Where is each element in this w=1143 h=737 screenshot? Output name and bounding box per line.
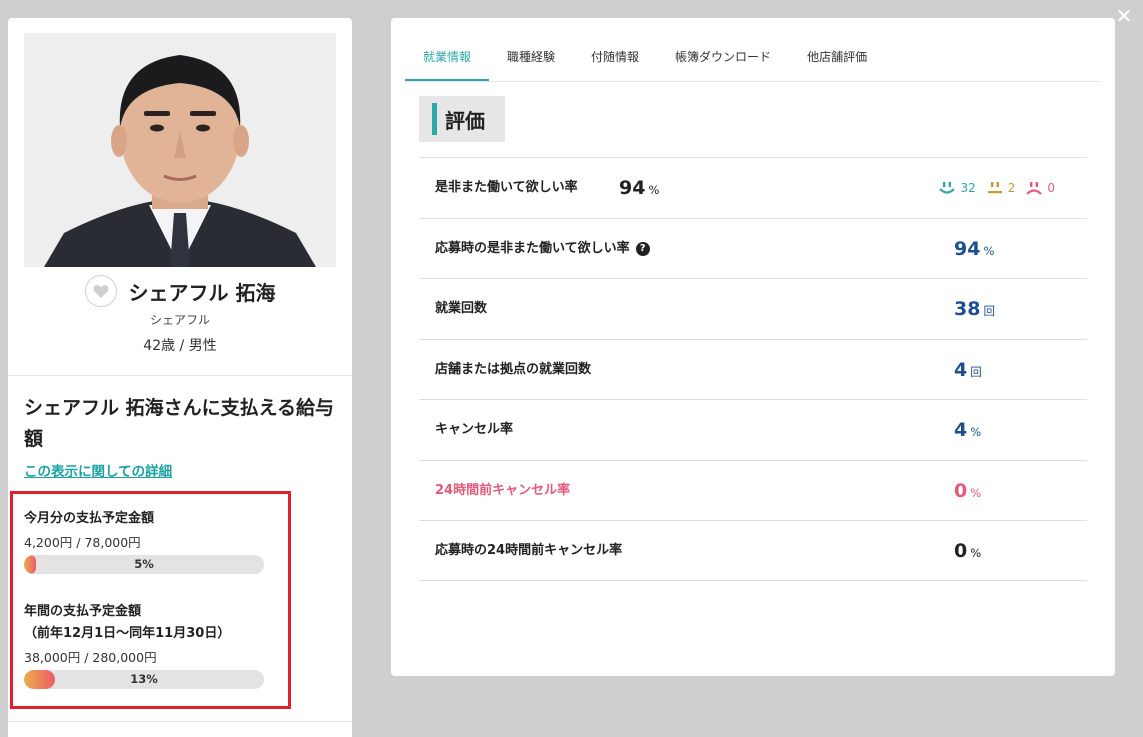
row-label: 就業回数 bbox=[435, 301, 488, 316]
row-label: 応募時の24時間前キャンセル率 bbox=[435, 543, 623, 558]
row-value-number: 0 bbox=[954, 540, 968, 562]
row-value-unit: % bbox=[983, 243, 995, 258]
row-value: 4% bbox=[954, 400, 981, 460]
row-value-number: 4 bbox=[954, 419, 968, 441]
row-value: 0% bbox=[954, 521, 981, 581]
monthly-progress-bar: 5% bbox=[24, 555, 264, 574]
monthly-pay-amount: 4,200円 / 78,000円 bbox=[24, 535, 141, 550]
profile-name-row: シェアフル 拓海 bbox=[8, 275, 352, 307]
bad-rating: 0 bbox=[1025, 181, 1055, 195]
good-rating: 32 bbox=[938, 181, 976, 195]
row-value-number: 94 bbox=[619, 177, 646, 199]
evaluation-table: 是非また働いて欲しい率 94% 32 2 0 応募時の是非また働いて欲しい率 ?… bbox=[419, 157, 1087, 581]
close-icon[interactable]: ✕ bbox=[1113, 6, 1135, 28]
tab-ledger-download[interactable]: 帳簿ダウンロード bbox=[657, 42, 789, 81]
monthly-pay-label: 今月分の支払予定金額 bbox=[24, 511, 155, 526]
profile-name: シェアフル 拓海 bbox=[128, 280, 276, 305]
detail-panel: 就業情報 職種経験 付随情報 帳簿ダウンロード 他店舗評価 評価 是非また働いて… bbox=[391, 18, 1115, 676]
smile-face-icon bbox=[939, 182, 956, 194]
heading-accent-bar bbox=[432, 103, 437, 135]
bad-rating-count: 0 bbox=[1047, 181, 1055, 195]
heart-icon bbox=[93, 284, 108, 298]
good-rating-count: 32 bbox=[960, 181, 976, 195]
row-value: 0% bbox=[954, 461, 981, 521]
yearly-pay-period: （前年12月1日〜同年11月30日） bbox=[24, 626, 231, 641]
evaluation-heading: 評価 bbox=[419, 96, 505, 142]
row-label: 是非また働いて欲しい率 bbox=[435, 180, 578, 195]
table-row: 応募時の24時間前キャンセル率 0% bbox=[419, 520, 1087, 581]
neutral-face-icon bbox=[987, 182, 1002, 194]
tab-other-store-rating[interactable]: 他店舗評価 bbox=[789, 42, 885, 81]
row-value: 38 回 bbox=[954, 279, 995, 339]
tab-bar: 就業情報 職種経験 付随情報 帳簿ダウンロード 他店舗評価 bbox=[405, 42, 1101, 82]
profile-age-sex: 42歳 / 男性 bbox=[143, 338, 217, 354]
tab-job-experience[interactable]: 職種経験 bbox=[489, 42, 573, 81]
row-label: 応募時の是非また働いて欲しい率? bbox=[435, 219, 650, 279]
row-value-number: 4 bbox=[954, 358, 968, 381]
row-value: 4回 bbox=[954, 340, 982, 400]
sad-face-icon bbox=[1026, 182, 1043, 195]
row-value-number: 0 bbox=[954, 479, 968, 502]
row-value-unit: % bbox=[970, 546, 982, 560]
row-value-unit: % bbox=[648, 183, 660, 197]
rating-faces: 32 2 0 bbox=[938, 158, 1055, 218]
yearly-progress-label: 13% bbox=[130, 672, 158, 686]
row-value-number: 94 bbox=[954, 237, 981, 260]
yearly-pay-label: 年間の支払予定金額 bbox=[24, 604, 142, 619]
row-label: 24時間前キャンセル率 bbox=[435, 482, 571, 498]
row-value-unit: 回 bbox=[983, 304, 995, 318]
row-value: 94% bbox=[954, 219, 994, 279]
payable-salary-title: シェアフル 拓海さんに支払える給与額 bbox=[24, 397, 335, 450]
table-row: 24時間前キャンセル率 0% bbox=[419, 459, 1087, 521]
row-value: 94% bbox=[619, 158, 659, 218]
profile-name-kana: シェアフル bbox=[149, 313, 210, 327]
row-value-number: 38 bbox=[954, 298, 981, 320]
table-row: 是非また働いて欲しい率 94% 32 2 0 bbox=[419, 157, 1087, 218]
monthly-progress-label: 5% bbox=[134, 557, 154, 571]
neutral-rating: 2 bbox=[986, 181, 1016, 195]
table-row: 就業回数 38 回 bbox=[419, 278, 1087, 339]
table-row: 応募時の是非また働いて欲しい率? 94% bbox=[419, 217, 1087, 279]
row-label-text: 応募時の是非また働いて欲しい率 bbox=[435, 240, 630, 256]
table-row: 店舗または拠点の就業回数 4回 bbox=[419, 338, 1087, 400]
evaluation-heading-text: 評価 bbox=[445, 108, 485, 133]
yearly-progress-bar: 13% bbox=[24, 670, 264, 689]
yearly-pay-amount: 38,000円 / 280,000円 bbox=[24, 650, 157, 665]
table-row: キャンセル率 4% bbox=[419, 399, 1087, 460]
profile-panel: シェアフル 拓海 シェアフル 42歳 / 男性 シェアフル 拓海さんに支払える給… bbox=[8, 18, 352, 737]
row-label: キャンセル率 bbox=[435, 422, 514, 437]
row-label: 店舗または拠点の就業回数 bbox=[435, 361, 592, 377]
tab-additional-info[interactable]: 付随情報 bbox=[573, 42, 657, 81]
neutral-rating-count: 2 bbox=[1007, 181, 1016, 195]
divider bbox=[8, 375, 352, 376]
tab-work-info[interactable]: 就業情報 bbox=[405, 42, 490, 81]
row-value-unit: 回 bbox=[970, 364, 982, 379]
divider bbox=[8, 721, 352, 722]
row-value-unit: % bbox=[970, 485, 982, 500]
help-icon[interactable]: ? bbox=[635, 241, 650, 256]
favorite-heart-button[interactable] bbox=[84, 275, 117, 307]
payable-detail-link[interactable]: この表示に関しての詳細 bbox=[24, 460, 172, 480]
profile-photo bbox=[24, 33, 336, 267]
row-value-unit: % bbox=[970, 425, 982, 439]
